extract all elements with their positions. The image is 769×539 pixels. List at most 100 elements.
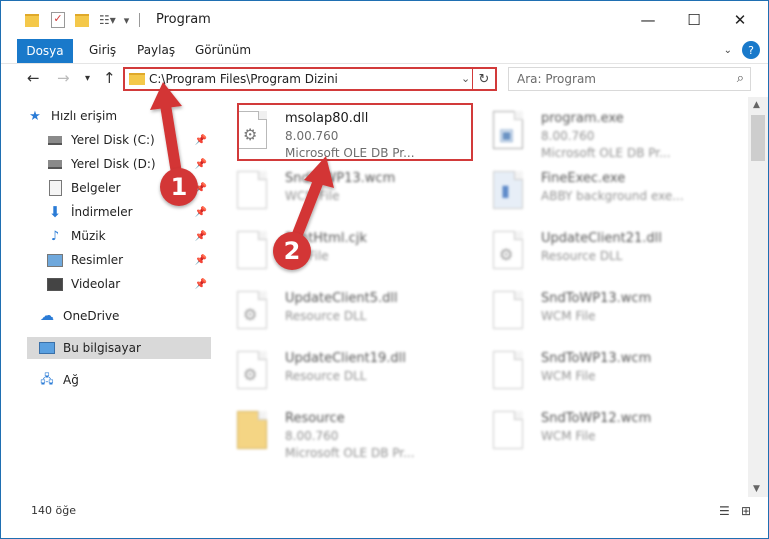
sidebar-item-this-pc[interactable]: Bu bilgisayar (27, 337, 211, 359)
close-button[interactable]: ✕ (717, 1, 763, 39)
file-type: Resource DLL (541, 249, 623, 263)
forward-button[interactable]: → (57, 69, 70, 87)
file-name: FineExec.exe (541, 171, 626, 186)
sidebar-item-label: Resimler (71, 253, 124, 267)
title-separator (139, 13, 141, 27)
search-box[interactable]: Ara: Program ⌕ (508, 67, 751, 91)
pictures-icon (47, 252, 63, 268)
address-path[interactable]: C:\Program Files\Program Dizini (149, 72, 338, 86)
drive-icon (47, 132, 63, 148)
explorer-window: ✓ ☷▾ ▾ Program — ☐ ✕ Dosya Giriş Paylaş … (0, 0, 769, 539)
file-item[interactable]: ⚙ UpdateClient19.dll Resource DLL (221, 343, 459, 397)
tab-home[interactable]: Giriş (89, 43, 116, 57)
file-item[interactable]: ▣ program.exe 8.00.760 Microsoft OLE DB … (477, 103, 715, 160)
sidebar-item-label: Bu bilgisayar (63, 341, 141, 355)
view-options-icon[interactable]: ☷▾ (99, 13, 116, 27)
pin-icon[interactable]: 📌 (195, 207, 207, 218)
exe-file-icon: ▣ (493, 111, 527, 151)
up-button[interactable]: ↑ (103, 69, 116, 87)
folder-icon[interactable] (25, 13, 39, 27)
item-count: 140 öğe (31, 504, 76, 517)
minimize-button[interactable]: — (625, 1, 671, 39)
pin-icon[interactable]: 📌 (195, 135, 207, 146)
music-icon: ♪ (50, 228, 60, 244)
sidebar-item-label: OneDrive (63, 309, 120, 323)
file-item[interactable]: ▮ FineExec.exe ABBY background exe... (477, 163, 715, 217)
sidebar-item-music[interactable]: ♪ Müzik 📌 (47, 225, 211, 247)
file-name: UpdateClient19.dll (285, 351, 406, 366)
help-button[interactable]: ? (742, 41, 760, 59)
step-1-badge: 1 (160, 168, 198, 206)
file-version: 8.00.760 (285, 429, 339, 443)
sidebar-item-label: Belgeler (71, 181, 121, 195)
chevron-down-icon[interactable]: ⌄ (461, 72, 470, 85)
tab-share[interactable]: Paylaş (137, 43, 175, 57)
pin-icon[interactable]: 📌 (195, 231, 207, 242)
tab-file[interactable]: Dosya (17, 39, 73, 63)
scroll-up-icon[interactable]: ▲ (753, 100, 760, 110)
customize-arrow-icon[interactable]: ▾ (124, 14, 130, 27)
recent-locations-button[interactable]: ▾ (85, 73, 90, 84)
address-bar[interactable]: C:\Program Files\Program Dizini ⌄ ↻ (123, 67, 497, 91)
file-type: WCM File (541, 429, 596, 443)
file-description: Microsoft OLE DB Pr... (285, 446, 415, 460)
scroll-down-icon[interactable]: ▼ (753, 484, 760, 494)
file-type: WCM File (285, 189, 340, 203)
chevron-down-icon: ▾ (85, 73, 91, 84)
file-name: Resource (285, 411, 345, 426)
maximize-button[interactable]: ☐ (671, 1, 717, 39)
sidebar-item-quick-access[interactable]: ★ Hızlı erişim (27, 105, 211, 127)
new-folder-icon[interactable] (75, 13, 89, 27)
file-item[interactable]: FontHtml.cjk CJK File (221, 223, 459, 277)
scrollbar-thumb[interactable] (751, 115, 765, 161)
file-item[interactable]: ⚙ UpdateClient21.dll Resource DLL (477, 223, 715, 277)
videos-icon (47, 276, 63, 292)
file-icon (493, 411, 527, 451)
file-icon (493, 291, 527, 331)
exe-file-icon: ▮ (493, 171, 527, 211)
expand-ribbon-icon[interactable]: ⌄ (724, 45, 732, 56)
pin-icon[interactable]: 📌 (195, 255, 207, 266)
file-type: WCM File (541, 369, 596, 383)
file-name: program.exe (541, 111, 624, 126)
drive-icon (47, 156, 63, 172)
tab-view[interactable]: Görünüm (195, 43, 251, 57)
pin-icon[interactable]: 📌 (195, 159, 207, 170)
vertical-scrollbar[interactable]: ▲ ▼ (748, 97, 768, 497)
dll-file-icon: ⚙ (493, 231, 527, 271)
file-item[interactable]: SndToWP13.wcm WCM File (221, 163, 459, 217)
file-item[interactable]: SndToWP13.wcm WCM File (477, 343, 715, 397)
sidebar-item-videos[interactable]: Videolar 📌 (47, 273, 211, 295)
sidebar-item-onedrive[interactable]: ☁ OneDrive (39, 305, 211, 327)
search-placeholder[interactable]: Ara: Program (517, 72, 596, 86)
maximize-icon: ☐ (687, 11, 701, 29)
file-item[interactable]: SndToWP12.wcm WCM File (477, 403, 715, 457)
sidebar-item-network[interactable]: 🖧 Ağ (39, 369, 211, 391)
file-item[interactable]: ⚙ UpdateClient5.dll Resource DLL (221, 283, 459, 337)
file-type: ABBY background exe... (541, 189, 684, 203)
large-icons-view-icon[interactable]: ⊞ (741, 504, 751, 518)
sidebar-item-disk-c[interactable]: Yerel Disk (C:) 📌 (47, 129, 211, 151)
archive-file-icon (237, 411, 271, 451)
back-button[interactable]: ← (27, 69, 40, 87)
sidebar-item-label: Yerel Disk (D:) (71, 157, 156, 171)
documents-icon (47, 180, 63, 196)
star-icon: ★ (29, 108, 41, 124)
window-title: Program (156, 12, 211, 27)
sidebar-item-label: Videolar (71, 277, 121, 291)
dll-file-icon: ⚙ (237, 291, 271, 331)
file-item[interactable]: Resource 8.00.760 Microsoft OLE DB Pr... (221, 403, 459, 460)
file-name: UpdateClient21.dll (541, 231, 662, 246)
status-bar: 140 öğe ☰ ⊞ (1, 499, 768, 523)
sidebar-item-pictures[interactable]: Resimler 📌 (47, 249, 211, 271)
sidebar-item-label: Ağ (63, 373, 79, 387)
file-icon (237, 231, 271, 271)
ribbon-tabs: Dosya Giriş Paylaş Görünüm ⌄ ? (1, 39, 768, 64)
cloud-icon: ☁ (40, 308, 54, 324)
properties-icon[interactable]: ✓ (51, 12, 65, 28)
pin-icon[interactable]: 📌 (195, 279, 207, 290)
refresh-button[interactable]: ↻ (472, 69, 495, 89)
file-type: WCM File (541, 309, 596, 323)
file-item[interactable]: SndToWP13.wcm WCM File (477, 283, 715, 337)
details-view-icon[interactable]: ☰ (719, 504, 730, 518)
